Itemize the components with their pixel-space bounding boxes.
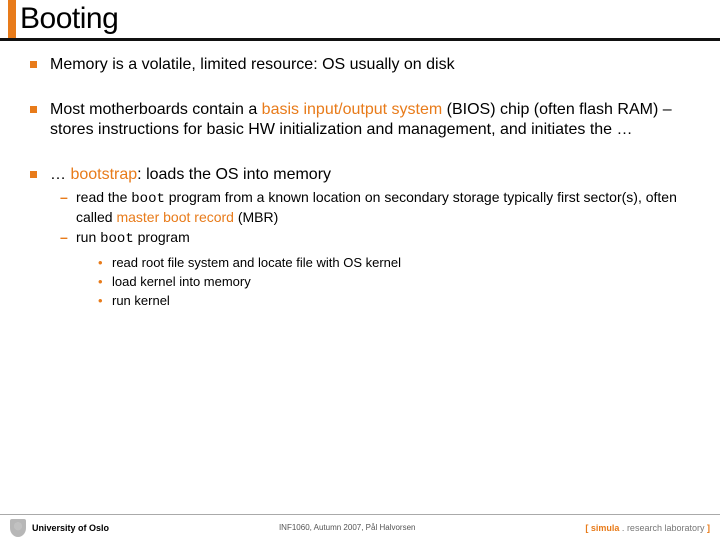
footer-center-text: INF1060, Autumn 2007, Pål Halvorsen [279,523,416,532]
sub-list: read the boot program from a known locat… [50,189,690,309]
slide-footer: University of Oslo INF1060, Autumn 2007,… [0,514,720,540]
bullet-item: Most motherboards contain a basis input/… [30,100,690,140]
slide-body: Memory is a volatile, limited resource: … [0,41,720,309]
university-crest-icon [10,519,26,537]
accent-bar-icon [8,0,16,38]
square-bullet-icon [30,61,37,68]
slide-title-bar: Booting [0,0,720,41]
bullet-text: Most motherboards contain a basis input/… [50,101,672,138]
slide-title: Booting [20,2,720,36]
bullet-item: … bootstrap: loads the OS into memory re… [30,165,690,309]
sub-bullet-item: run boot program read root file system a… [60,229,690,309]
footer-right: [ simula . research laboratory ] [585,523,710,533]
square-bullet-icon [30,171,37,178]
sub-sub-bullet-item: load kernel into memory [98,274,690,290]
sub-sub-bullet-item: read root file system and locate file wi… [98,255,690,271]
bullet-text: Memory is a volatile, limited resource: … [50,56,455,73]
footer-left: University of Oslo [10,519,109,537]
sub-bullet-item: read the boot program from a known locat… [60,189,690,226]
footer-left-text: University of Oslo [32,523,109,533]
bullet-text: … bootstrap: loads the OS into memory [50,166,331,183]
square-bullet-icon [30,106,37,113]
bullet-item: Memory is a volatile, limited resource: … [30,55,690,75]
sub-sub-list: read root file system and locate file wi… [76,255,690,310]
sub-sub-bullet-item: run kernel [98,293,690,309]
